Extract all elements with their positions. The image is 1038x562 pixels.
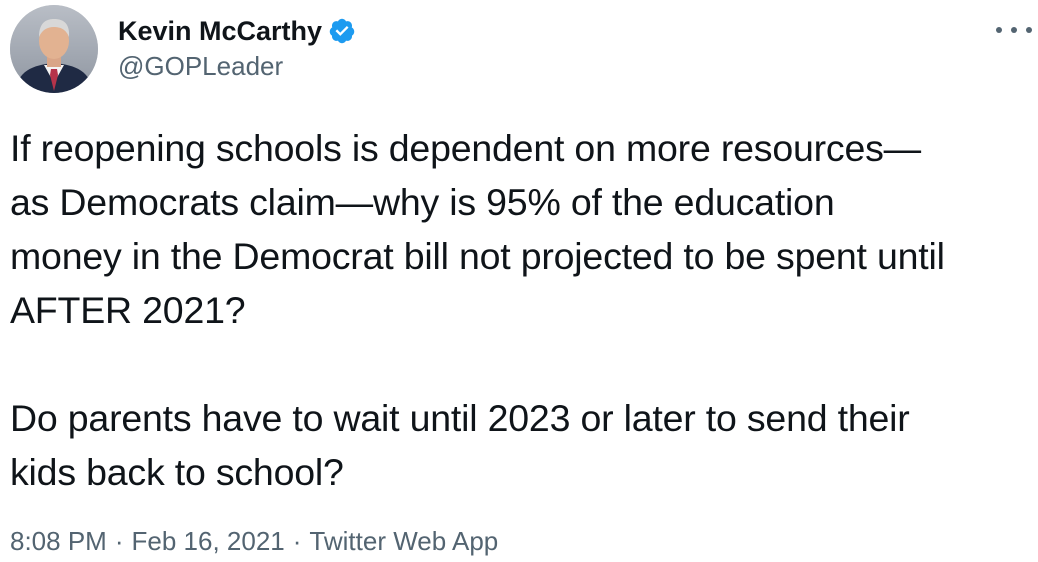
tweet-time[interactable]: 8:08 PM xyxy=(10,526,107,556)
profile-photo-icon xyxy=(10,5,98,93)
tweet-card: Kevin McCarthy @GOPLeader If reopening s… xyxy=(0,0,1038,562)
avatar[interactable] xyxy=(10,5,98,93)
tweet-source[interactable]: Twitter Web App xyxy=(309,526,498,556)
more-dot-icon xyxy=(1026,27,1032,33)
more-dot-icon xyxy=(996,27,1002,33)
meta-separator: · xyxy=(114,526,124,556)
author-name-row[interactable]: Kevin McCarthy xyxy=(118,14,356,48)
tweet-date[interactable]: Feb 16, 2021 xyxy=(132,526,285,556)
more-options-button[interactable] xyxy=(996,18,1032,42)
verified-badge-icon xyxy=(328,17,356,45)
author-display-name[interactable]: Kevin McCarthy xyxy=(118,14,322,48)
meta-separator: · xyxy=(292,526,302,556)
tweet-paragraph: Do parents have to wait until 2023 or la… xyxy=(10,397,910,493)
author-handle[interactable]: @GOPLeader xyxy=(118,50,283,82)
tweet-meta: 8:08 PM · Feb 16, 2021 · Twitter Web App xyxy=(10,524,498,558)
tweet-paragraph: If reopening schools is dependent on mor… xyxy=(10,127,945,331)
tweet-text: If reopening schools is dependent on mor… xyxy=(10,121,1036,499)
more-dot-icon xyxy=(1011,27,1017,33)
